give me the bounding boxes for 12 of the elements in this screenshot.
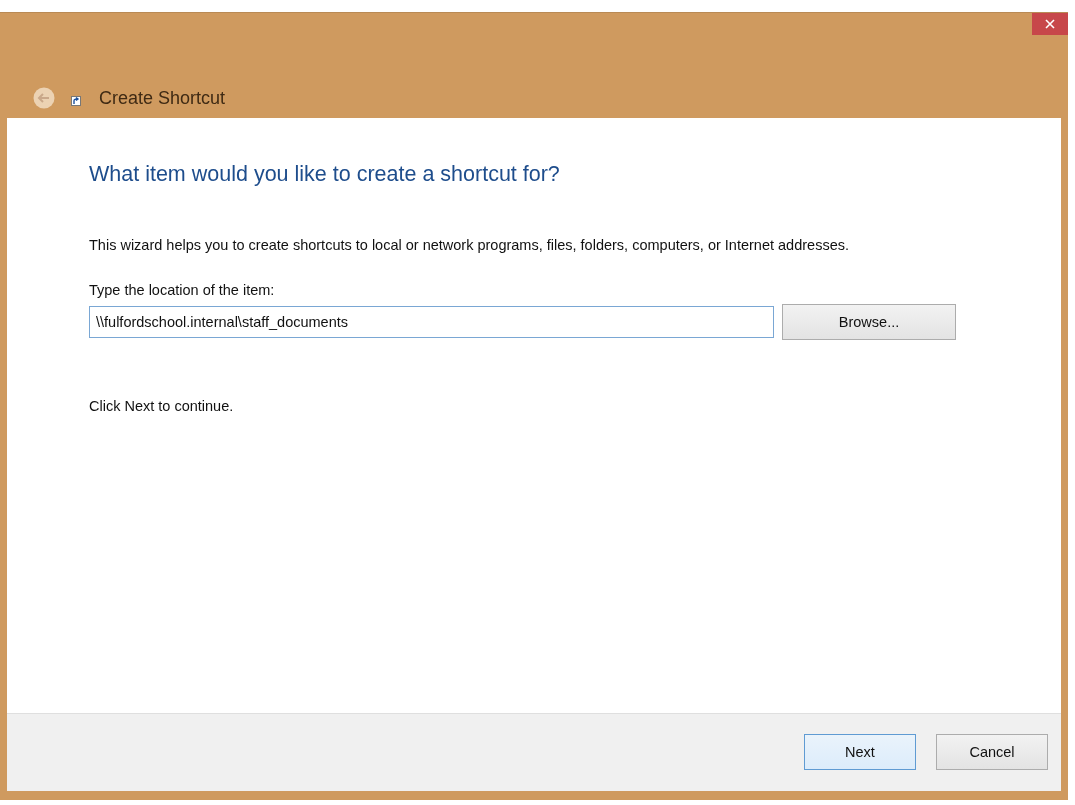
location-input-field[interactable]: \\fulfordschool.internal\staff_documents [89,306,774,338]
browse-button[interactable]: Browse... [782,304,956,340]
next-button[interactable]: Next [804,733,916,770]
close-icon [1045,19,1055,29]
description-text: This wizard helps you to create shortcuts to local or network programs, files, folders, computers, or Internet addresses. [89,236,850,255]
close-button[interactable] [1032,13,1068,35]
wizard-heading: What item would you like to create a shortcut for? [89,162,561,187]
window-title: Create Shortcut [99,87,226,109]
cancel-button[interactable]: Cancel [936,733,1048,770]
location-label: Type the location of the item: [89,282,276,298]
shortcut-icon [71,96,81,106]
instruction-text: Click Next to continue. [89,398,235,414]
